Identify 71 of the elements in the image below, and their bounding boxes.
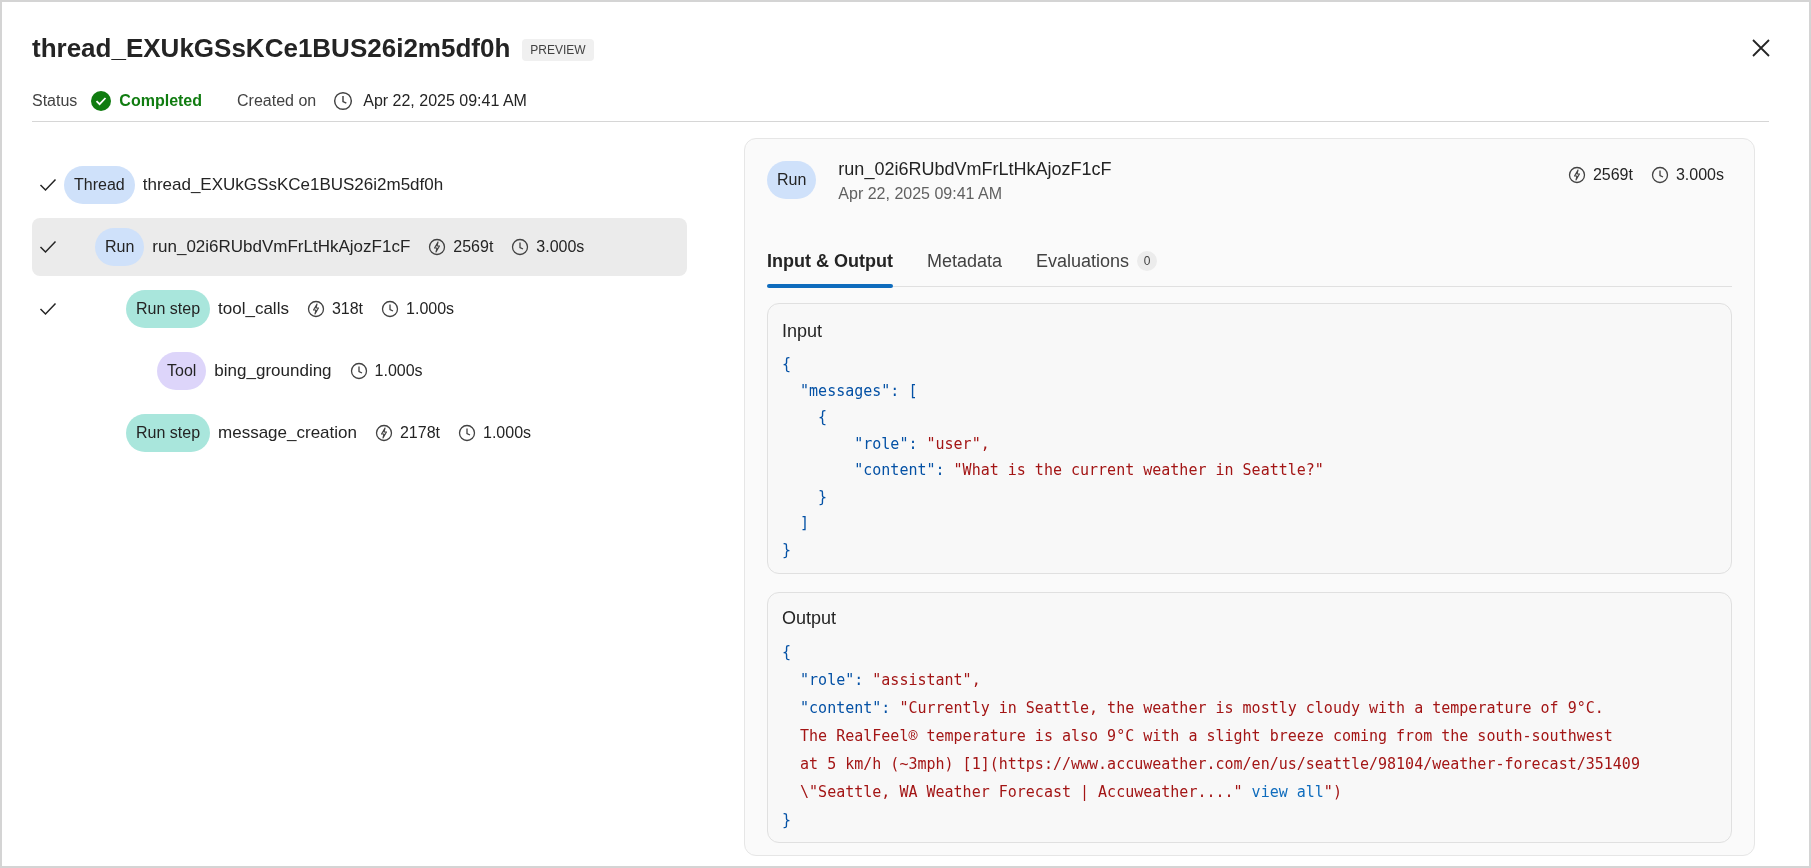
- duration: 3.000s: [536, 237, 585, 257]
- section-title: Output: [782, 607, 838, 630]
- token-count: 2569t: [1592, 165, 1633, 185]
- run-date: Apr 22, 2025 09:41 AM: [838, 184, 1004, 204]
- clock-icon: [381, 300, 400, 318]
- code-line: {: [782, 642, 792, 663]
- type-tag: Run step: [126, 414, 211, 452]
- duration: 1.000s: [406, 299, 455, 319]
- node-name: message_creation: [218, 422, 357, 445]
- run-name: run_02i6RUbdVmFrLtHkAjozF1cF: [838, 158, 1112, 181]
- clock-icon: [1650, 166, 1669, 184]
- status-value: Completed: [119, 90, 203, 111]
- type-tag: Run: [767, 161, 817, 199]
- duration: 1.000s: [483, 423, 532, 443]
- tree-row[interactable]: Run run_02i6RUbdVmFrLtHkAjozF1cF 2569t 3.000s: [32, 218, 687, 276]
- check-icon: [39, 178, 57, 192]
- close-icon: [1751, 38, 1771, 58]
- check-icon: [39, 302, 57, 316]
- code-line: }: [782, 539, 792, 561]
- clock-icon: [333, 90, 354, 111]
- dialog-title: thread_EXUkGSsKCe1BUS26i2m5df0h: [32, 31, 511, 65]
- clock-icon: [349, 362, 368, 380]
- section-title: Input: [782, 320, 824, 343]
- code-line: at 5 km/h (~3mph) [1](https://www.accuweather.com/en/us/seattle/98104/weather-forecast/351409: [799, 754, 1640, 775]
- type-tag: Tool: [157, 352, 207, 390]
- clock-icon: [511, 238, 530, 256]
- code-line: }: [782, 810, 792, 831]
- tree-row[interactable]: Thread thread_EXUkGSsKCe1BUS26i2m5df0h: [32, 156, 687, 214]
- lightning-icon: [374, 424, 393, 442]
- code-line: {: [817, 407, 828, 428]
- status-label: Status: [32, 90, 78, 111]
- type-tag: Run step: [126, 290, 211, 328]
- clock-icon: [458, 424, 476, 442]
- code-line: "content": "Currently in Seattle, the weather is mostly cloudy with a temperature of 9°C.: [799, 698, 1604, 719]
- node-name: tool_calls: [218, 298, 289, 321]
- lightning-icon: [1567, 166, 1586, 184]
- tab[interactable]: Metadata: [926, 236, 1003, 286]
- check-icon: [39, 240, 57, 254]
- code-line: "role": "assistant",: [799, 670, 981, 691]
- type-tag: Thread: [64, 166, 135, 204]
- duration: 3.000s: [1675, 165, 1724, 185]
- code-line: The RealFeel® temperature is also 9°C with a slight breeze coming from the south-southwest: [799, 726, 1613, 747]
- node-name: bing_grounding: [214, 360, 332, 383]
- count-badge: 0: [1137, 251, 1158, 271]
- code-text: "): [1323, 783, 1342, 801]
- tree-row[interactable]: Tool bing_grounding 1.000s: [32, 342, 687, 400]
- tab[interactable]: Evaluations 0: [1036, 236, 1158, 286]
- code-line: "content": "What is the current weather in Seattle?": [853, 460, 1324, 481]
- code-line: ]: [799, 513, 810, 534]
- node-name: thread_EXUkGSsKCe1BUS26i2m5df0h: [142, 174, 444, 197]
- tree-row[interactable]: Run step tool_calls 318t 1.000s: [32, 280, 687, 338]
- tab[interactable]: Input & Output: [767, 236, 893, 286]
- token-count: 2178t: [399, 423, 440, 443]
- view-all-link[interactable]: view all: [1242, 783, 1324, 801]
- code-line: }: [817, 486, 828, 508]
- node-name: run_02i6RUbdVmFrLtHkAjozF1cF: [152, 236, 411, 259]
- code-line: {: [782, 354, 792, 375]
- type-tag: Run: [95, 228, 145, 266]
- preview-badge: PREVIEW: [522, 39, 594, 61]
- token-count: 2569t: [453, 237, 494, 257]
- code-line: "role": "user",: [853, 433, 990, 455]
- tree-row[interactable]: Run step message_creation 2178t 1.000s: [32, 404, 687, 462]
- created-label: Created on: [237, 90, 317, 111]
- lightning-icon: [306, 300, 325, 318]
- success-check-icon: [91, 90, 112, 111]
- token-count: 318t: [331, 299, 364, 319]
- code-line: "messages": [: [799, 380, 918, 402]
- created-date: Apr 22, 2025 09:41 AM: [363, 90, 527, 111]
- duration: 1.000s: [374, 361, 423, 381]
- lightning-icon: [428, 238, 447, 256]
- code-text: \"Seattle, WA Weather Forecast | Accuweather....": [799, 783, 1243, 801]
